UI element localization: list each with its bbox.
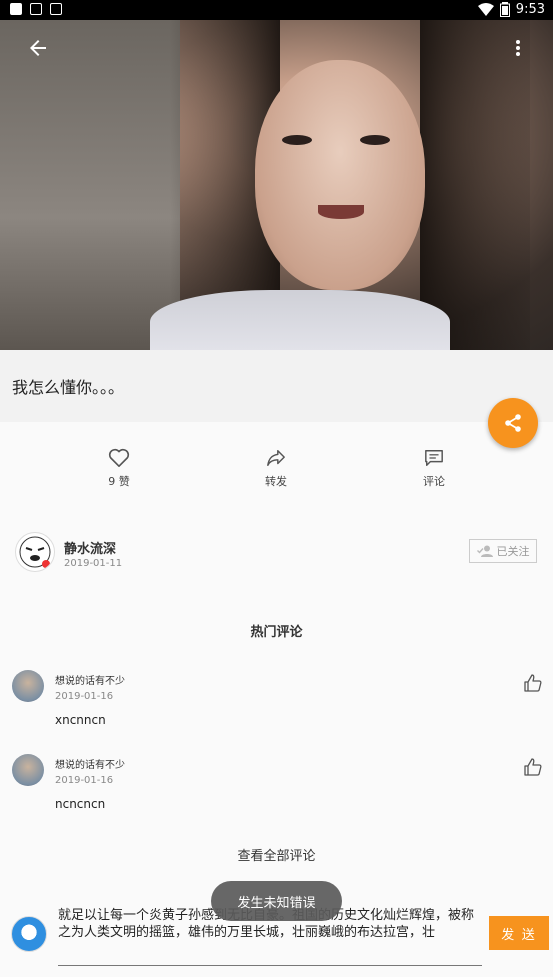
follow-button[interactable]: 已关注: [469, 539, 537, 563]
post-image[interactable]: [0, 20, 553, 350]
image-background: [0, 20, 180, 350]
view-all-comments-link[interactable]: 查看全部评论: [0, 845, 553, 864]
like-button[interactable]: 9 赞: [79, 448, 159, 489]
send-button[interactable]: 发 送: [489, 916, 549, 950]
image-eye-left: [282, 135, 312, 145]
author-name[interactable]: 静水流深: [64, 538, 116, 557]
thumb-up-icon[interactable]: [524, 758, 542, 776]
comment-button[interactable]: 评论: [394, 448, 474, 489]
post-title-area: 我怎么懂你。。。: [0, 350, 553, 422]
wifi-icon: [477, 3, 494, 16]
my-avatar: [11, 916, 47, 952]
status-notification-icons: [10, 3, 62, 15]
share-icon: [505, 414, 521, 432]
heart-icon: [108, 448, 130, 467]
meme-face-icon: [19, 536, 51, 568]
share-fab-button[interactable]: [488, 398, 538, 448]
image-notification-icon: [30, 3, 42, 15]
comment-text: xncnncn: [55, 713, 106, 727]
list-item: 想说的话有不少 2019-01-16 xncnncn: [0, 668, 553, 738]
commenter-name[interactable]: 想说的话有不少: [55, 756, 125, 771]
repost-label: 转发: [265, 475, 287, 488]
comment-label: 评论: [423, 475, 445, 488]
comment-date: 2019-01-16: [55, 775, 114, 786]
person-check-icon: [476, 545, 493, 557]
commenter-avatar[interactable]: [12, 670, 44, 702]
image-face: [255, 60, 425, 290]
repost-button[interactable]: 转发: [236, 448, 316, 489]
more-vert-icon[interactable]: [508, 36, 528, 60]
post-title: 我怎么懂你。。。: [12, 378, 125, 397]
thumb-up-icon[interactable]: [524, 674, 542, 692]
error-toast: 发生未知错误: [211, 881, 342, 921]
commenter-avatar[interactable]: [12, 754, 44, 786]
image-eye-right: [360, 135, 390, 145]
author-avatar[interactable]: [15, 532, 55, 572]
follow-label: 已关注: [496, 545, 530, 558]
back-arrow-icon[interactable]: [26, 36, 50, 60]
battery-icon: [499, 2, 510, 17]
app-notification-icon: [10, 3, 22, 15]
comment-icon: [425, 450, 443, 466]
forward-arrow-icon: [267, 450, 285, 466]
comment-date: 2019-01-16: [55, 691, 114, 702]
status-bar: 9:53: [0, 0, 553, 20]
author-date: 2019-01-11: [64, 558, 123, 569]
action-row: 9 赞 转发 评论: [0, 448, 553, 500]
author-row: 静水流深 2019-01-11 已关注: [0, 528, 553, 576]
status-time: 9:53: [515, 2, 545, 17]
image-hair-right: [420, 20, 530, 350]
comment-text: ncncncn: [55, 797, 106, 811]
list-item: 想说的话有不少 2019-01-16 ncncncn: [0, 752, 553, 822]
commenter-name[interactable]: 想说的话有不少: [55, 672, 125, 687]
image-mouth: [318, 205, 364, 219]
image-shirt: [150, 290, 450, 350]
like-count: 9 赞: [108, 475, 130, 488]
hot-comments-title: 热门评论: [250, 625, 303, 640]
photo-notification-icon: [50, 3, 62, 15]
